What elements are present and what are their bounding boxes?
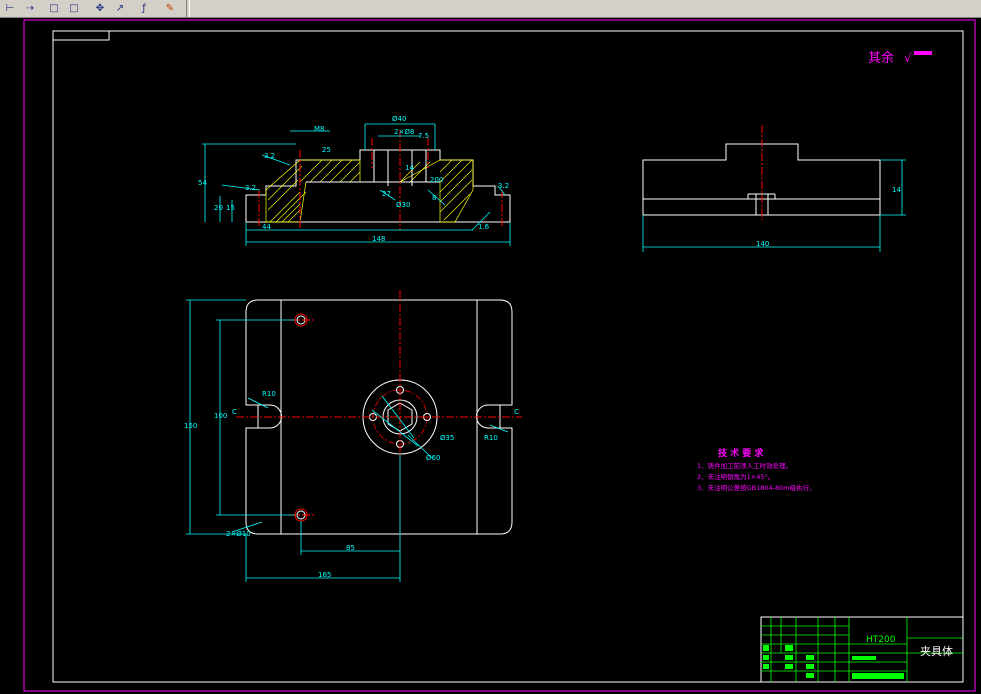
front-dim-2: 2×Ø8 xyxy=(394,128,414,136)
tech-req-item-1: 1、铸件加工前须人工时效处理。 xyxy=(697,461,792,470)
front-dim-7: Ø30 xyxy=(396,201,410,209)
front-dim-5: 54 xyxy=(198,179,207,187)
cad-drawing-canvas[interactable]: 其余 √ Ø40 M8 2×Ø8 7.5 25 54 27 Ø30 20 15 … xyxy=(0,17,981,694)
top-dim-1: 100 xyxy=(214,412,227,420)
front-dim-14: 3.2 xyxy=(498,182,509,190)
front-dim-1: M8 xyxy=(314,125,325,133)
tech-req-item-2: 2、未注明倒角为1×45°。 xyxy=(697,472,774,481)
frame-corner-tab xyxy=(52,30,110,41)
tech-req-title: 技 术 要 求 xyxy=(718,447,764,459)
front-view-outline xyxy=(245,149,511,223)
roughness-symbol: √ xyxy=(904,51,912,65)
technical-requirements: 技 术 要 求 1、铸件加工前须人工时效处理。 2、未注明倒角为1×45°。 3… xyxy=(697,447,816,492)
leader-icon[interactable]: ↗ xyxy=(112,1,128,15)
square-icon[interactable]: □ xyxy=(66,1,82,15)
front-dim-9: 15 xyxy=(226,204,235,212)
top-dim-8: 165 xyxy=(318,571,331,579)
front-dim-13: 1.6 xyxy=(478,223,490,231)
move-cross-icon[interactable]: ✥ xyxy=(92,1,108,15)
top-view: 150 100 R10 R10 2×Ø10 Ø35 Ø60 85 165 C C xyxy=(184,290,522,582)
front-dim-4: 25 xyxy=(322,146,331,154)
rectangle-icon[interactable]: □ xyxy=(46,1,62,15)
top-dim-3: R10 xyxy=(484,434,498,442)
dimension-continue-icon[interactable]: ⇢ xyxy=(22,1,38,15)
top-dim-0: 150 xyxy=(184,422,197,430)
toolbar-separator xyxy=(186,0,190,17)
front-dim-3: 7.5 xyxy=(418,132,429,140)
top-dim-5: Ø35 xyxy=(440,434,454,442)
title-part-name: 夹具体 xyxy=(920,644,953,658)
front-dim-16: 200 xyxy=(430,176,443,184)
front-dim-10: 3.2 xyxy=(245,184,256,192)
front-dim-6: 27 xyxy=(382,190,391,198)
front-dim-0: Ø40 xyxy=(392,115,406,123)
side-view: 14 140 xyxy=(642,125,906,252)
side-dim-0: 14 xyxy=(892,186,901,194)
sheet-outer-border xyxy=(23,19,976,692)
eraser-icon[interactable]: ✎ xyxy=(162,1,178,15)
side-dim-1: 140 xyxy=(756,240,769,248)
cad-toolbar: ⊢ ⇢ □ □ ✥ ↗ ƒ ✎ xyxy=(0,0,981,18)
tech-req-item-3: 3、未注明公差按GB1804-80m级执行。 xyxy=(697,483,816,492)
dimension-linear-icon[interactable]: ⊢ xyxy=(2,1,18,15)
top-dim-2: R10 xyxy=(262,390,276,398)
front-dim-15: 3.2 xyxy=(264,152,275,160)
front-dim-11: 14 xyxy=(405,164,414,172)
top-dim-9: C xyxy=(232,408,237,416)
front-view: Ø40 M8 2×Ø8 7.5 25 54 27 Ø30 20 15 3.2 1… xyxy=(198,115,511,246)
top-dim-10: C xyxy=(514,408,519,416)
roughness-note: 其余 √ xyxy=(868,50,932,66)
front-dim-18: 44 xyxy=(262,223,271,231)
front-dim-12: 8 xyxy=(432,194,436,202)
top-dim-4: 2×Ø10 xyxy=(226,530,251,538)
front-dim-17: 148 xyxy=(372,235,385,243)
title-material: HT200 xyxy=(866,635,896,645)
title-block: HT200 夹具体 xyxy=(760,616,964,683)
front-dim-8: 20 xyxy=(214,204,223,212)
tolerance-icon[interactable]: ƒ xyxy=(136,1,152,15)
top-dim-7: 85 xyxy=(346,544,355,552)
sheet-inner-frame xyxy=(52,30,964,683)
top-dim-6: Ø60 xyxy=(426,454,440,462)
roughness-label: 其余 xyxy=(868,50,894,66)
